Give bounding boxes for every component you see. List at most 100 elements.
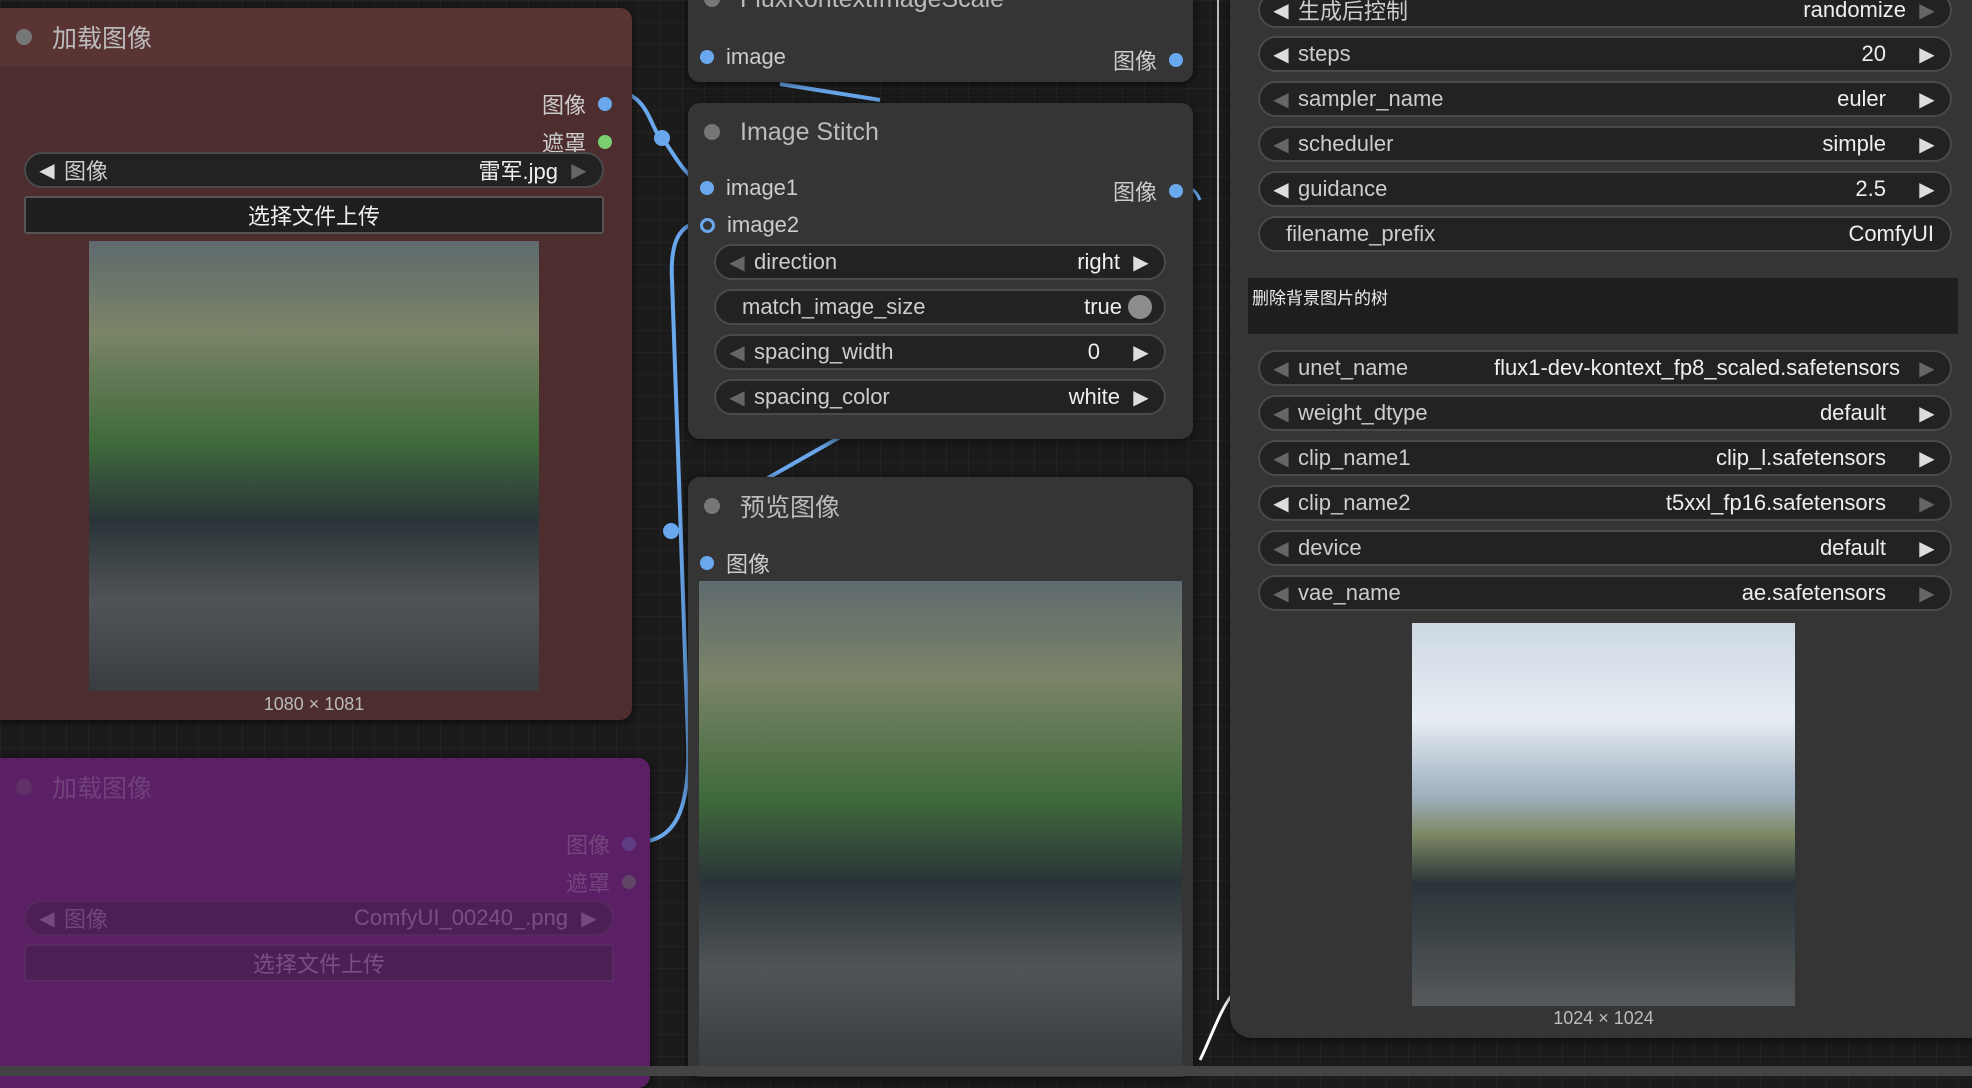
match-image-size-toggle[interactable]: match_image_size true <box>714 289 1166 325</box>
slot-label: image <box>726 44 786 69</box>
arrow-right-icon[interactable]: ▶ <box>578 906 600 931</box>
scheduler-widget[interactable]: ◀ scheduler simple ▶ <box>1258 126 1952 162</box>
arrow-left-icon[interactable]: ◀ <box>1270 536 1292 561</box>
weight-dtype-widget[interactable]: ◀ weight_dtype default ▶ <box>1258 395 1952 431</box>
spacing-color-widget[interactable]: ◀ spacing_color white ▶ <box>714 379 1166 415</box>
bottom-scrollbar[interactable] <box>0 1066 1972 1076</box>
widget-value: true <box>1084 294 1122 319</box>
image-stitch-node[interactable]: Image Stitch image1 image2 图像 ◀ directio… <box>688 103 1193 439</box>
node-title-bar[interactable]: FluxKontextImageScale <box>688 0 1193 28</box>
steps-widget[interactable]: ◀ steps 20 ▶ <box>1258 36 1952 72</box>
node-title-bar[interactable]: 加载图像 <box>0 8 632 66</box>
widget-label: steps <box>1298 41 1351 66</box>
flux-kontext-image-scale-node[interactable]: FluxKontextImageScale image 图像 <box>688 0 1193 82</box>
filename-prefix-input[interactable]: filename_prefix ComfyUI <box>1258 216 1952 252</box>
node-title-bar[interactable]: Image Stitch <box>688 103 1193 161</box>
arrow-left-icon[interactable]: ◀ <box>1270 401 1292 426</box>
upload-button[interactable]: 选择文件上传 <box>24 944 614 982</box>
sampler-name-widget[interactable]: ◀ sampler_name euler ▶ <box>1258 81 1952 117</box>
image-select-widget[interactable]: ◀ 图像 ComfyUI_00240_.png ▶ <box>24 900 614 936</box>
widget-value: 20 <box>1861 41 1886 66</box>
node-title-bar[interactable]: 加载图像 <box>0 758 650 816</box>
arrow-right-icon[interactable]: ▶ <box>1916 356 1938 381</box>
arrow-right-icon[interactable]: ▶ <box>1916 581 1938 606</box>
preview-image-node[interactable]: 预览图像 图像 <box>688 477 1193 1077</box>
clip-name1-widget[interactable]: ◀ clip_name1 clip_l.safetensors ▶ <box>1258 440 1952 476</box>
arrow-left-icon[interactable]: ◀ <box>1270 581 1292 606</box>
arrow-right-icon[interactable]: ▶ <box>1130 340 1152 365</box>
guidance-widget[interactable]: ◀ guidance 2.5 ▶ <box>1258 171 1952 207</box>
direction-widget[interactable]: ◀ direction right ▶ <box>714 244 1166 280</box>
control-after-generate-widget[interactable]: ◀ 生成后控制 randomize ▶ <box>1258 0 1952 28</box>
widget-value: ComfyUI_00240_.png <box>353 905 568 930</box>
widget-value: euler <box>1837 86 1886 111</box>
arrow-right-icon[interactable]: ▶ <box>1916 536 1938 561</box>
arrow-left-icon[interactable]: ◀ <box>1270 446 1292 471</box>
sampler-settings-node[interactable]: ◀ 生成后控制 randomize ▶ ◀ steps 20 ▶ ◀ sampl… <box>1230 0 1972 1038</box>
arrow-right-icon[interactable]: ▶ <box>1916 401 1938 426</box>
arrow-right-icon[interactable]: ▶ <box>1916 87 1938 112</box>
input-image2-slot[interactable]: image2 <box>700 212 799 238</box>
collapse-dot[interactable] <box>704 0 720 7</box>
arrow-left-icon[interactable]: ◀ <box>1270 0 1292 23</box>
arrow-right-icon[interactable]: ▶ <box>1916 132 1938 157</box>
device-widget[interactable]: ◀ device default ▶ <box>1258 530 1952 566</box>
unet-name-widget[interactable]: ◀ unet_name flux1-dev-kontext_fp8_scaled… <box>1258 350 1952 386</box>
collapse-dot[interactable] <box>16 29 32 45</box>
output-image-dimensions: 1024 × 1024 <box>1553 1008 1654 1028</box>
collapse-dot[interactable] <box>704 124 720 140</box>
collapse-dot[interactable] <box>16 779 32 795</box>
output-dot[interactable] <box>622 837 636 851</box>
input-dot[interactable] <box>700 217 715 233</box>
arrow-left-icon[interactable]: ◀ <box>36 906 58 931</box>
input-dot[interactable] <box>700 181 714 195</box>
arrow-left-icon[interactable]: ◀ <box>726 385 748 410</box>
load-image-node[interactable]: 加载图像 图像 遮罩 ◀ 图像 雷军.jpg ▶ 选择文件上传 1080 × 1… <box>0 8 632 720</box>
arrow-left-icon[interactable]: ◀ <box>1270 177 1292 202</box>
arrow-right-icon[interactable]: ▶ <box>1916 0 1938 23</box>
widget-value: ae.safetensors <box>1741 580 1886 605</box>
arrow-right-icon[interactable]: ▶ <box>1130 385 1152 410</box>
output-dot[interactable] <box>598 97 612 111</box>
prompt-textarea[interactable]: 删除背景图片的树 <box>1248 278 1958 334</box>
arrow-right-icon[interactable]: ▶ <box>568 158 590 183</box>
output-image-slot[interactable]: 图像 <box>542 88 612 120</box>
output-dot[interactable] <box>1169 53 1183 67</box>
clip-name2-widget[interactable]: ◀ clip_name2 t5xxl_fp16.safetensors ▶ <box>1258 485 1952 521</box>
output-image-slot[interactable]: 图像 <box>1113 44 1183 76</box>
node-title-bar[interactable]: 预览图像 <box>688 477 1193 535</box>
arrow-left-icon[interactable]: ◀ <box>1270 87 1292 112</box>
arrow-right-icon[interactable]: ▶ <box>1916 42 1938 67</box>
output-dot[interactable] <box>1169 184 1183 198</box>
input-image-slot[interactable]: image <box>700 44 786 70</box>
input-image-slot[interactable]: 图像 <box>700 547 770 579</box>
toggle-knob-icon[interactable] <box>1128 295 1152 319</box>
upload-button[interactable]: 选择文件上传 <box>24 196 604 234</box>
arrow-left-icon[interactable]: ◀ <box>1270 42 1292 67</box>
node-title: 加载图像 <box>52 775 153 803</box>
arrow-right-icon[interactable]: ▶ <box>1130 250 1152 275</box>
arrow-left-icon[interactable]: ◀ <box>1270 491 1292 516</box>
input-image1-slot[interactable]: image1 <box>700 175 798 201</box>
arrow-right-icon[interactable]: ▶ <box>1916 491 1938 516</box>
arrow-right-icon[interactable]: ▶ <box>1916 446 1938 471</box>
spacing-width-widget[interactable]: ◀ spacing_width 0 ▶ <box>714 334 1166 370</box>
arrow-left-icon[interactable]: ◀ <box>726 250 748 275</box>
load-image-node-bypassed[interactable]: 加载图像 图像 遮罩 ◀ 图像 ComfyUI_00240_.png ▶ 选择文… <box>0 758 650 1088</box>
output-dot[interactable] <box>622 875 636 889</box>
collapse-dot[interactable] <box>704 498 720 514</box>
output-image-slot[interactable]: 图像 <box>566 828 636 860</box>
arrow-left-icon[interactable]: ◀ <box>726 340 748 365</box>
output-dot[interactable] <box>598 135 612 149</box>
arrow-left-icon[interactable]: ◀ <box>36 158 58 183</box>
vae-name-widget[interactable]: ◀ vae_name ae.safetensors ▶ <box>1258 575 1952 611</box>
output-mask-slot[interactable]: 遮罩 <box>566 866 636 898</box>
input-dot[interactable] <box>700 556 714 570</box>
arrow-right-icon[interactable]: ▶ <box>1916 177 1938 202</box>
image-select-widget[interactable]: ◀ 图像 雷军.jpg ▶ <box>24 152 604 188</box>
arrow-left-icon[interactable]: ◀ <box>1270 356 1292 381</box>
output-image-slot[interactable]: 图像 <box>1113 175 1183 207</box>
widget-value: flux1-dev-kontext_fp8_scaled.safetensors <box>1493 355 1900 380</box>
arrow-left-icon[interactable]: ◀ <box>1270 132 1292 157</box>
input-dot[interactable] <box>700 50 714 64</box>
